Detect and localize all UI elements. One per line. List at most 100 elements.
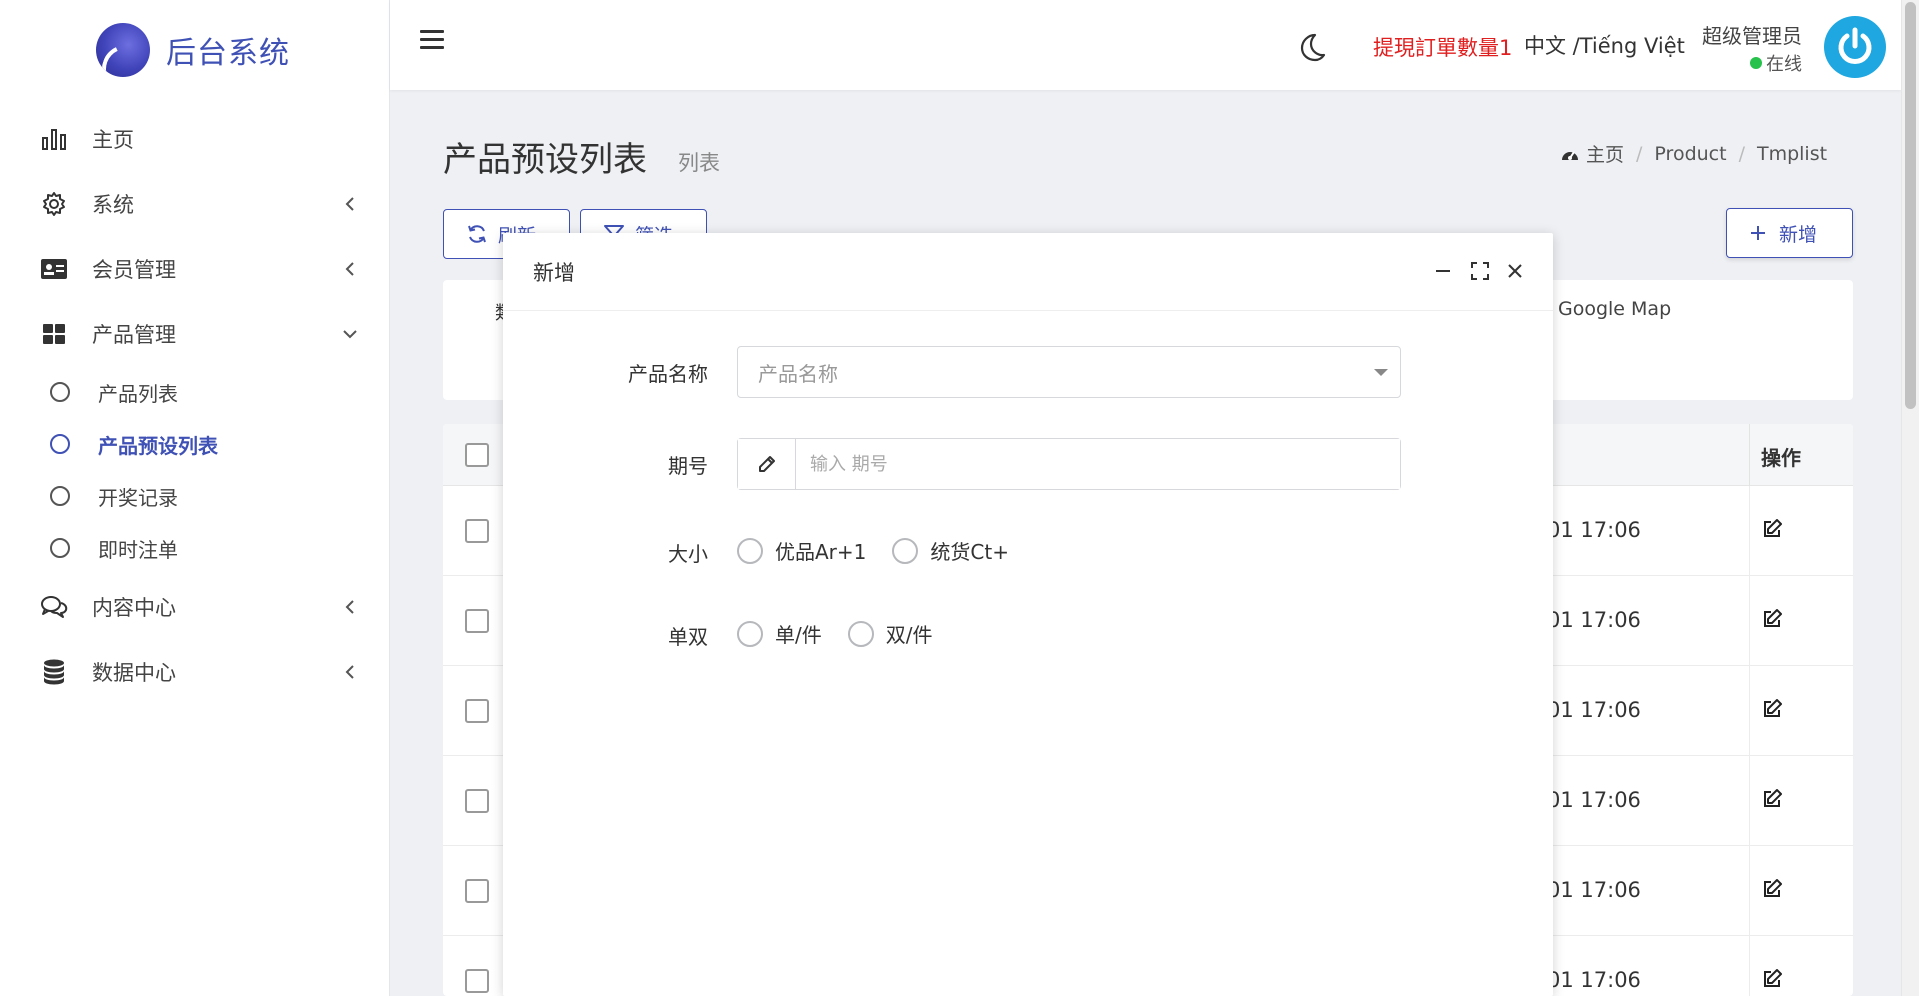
column-divider [1749, 486, 1750, 576]
chat-icon [40, 593, 68, 621]
sidebar-item-content-center[interactable]: 内容中心 [0, 574, 389, 639]
sidebar-item-products[interactable]: 产品管理 [0, 301, 389, 366]
product-name-placeholder: 产品名称 [758, 361, 838, 386]
dashboard-icon [1562, 150, 1578, 160]
breadcrumb-separator: / [1636, 142, 1643, 165]
user-status: 在线 [1750, 50, 1802, 76]
circle-icon [50, 486, 70, 506]
parity-option-double[interactable]: 双/件 [847, 619, 933, 648]
breadcrumb-separator: / [1738, 142, 1745, 165]
sidebar-item-members[interactable]: 会员管理 [0, 236, 389, 301]
size-radio-group: 优品Ar+1 统货Ct+ [737, 536, 1035, 565]
edit-icon[interactable] [1761, 788, 1785, 812]
sidebar-subitem-draw-records[interactable]: 开奖记录 [0, 470, 389, 522]
sidebar: 后台系统 主页 系统 会员管理 产品管理 产品列表 产品预设列表 开奖记录 即时… [0, 0, 390, 996]
chevron-left-icon [343, 261, 357, 276]
moon-icon[interactable] [1296, 32, 1328, 64]
avatar[interactable] [1824, 16, 1886, 78]
google-map-label: Google Map [1558, 298, 1672, 320]
sidebar-item-label: 数据中心 [92, 660, 176, 685]
sidebar-menu: 主页 系统 会员管理 产品管理 产品列表 产品预设列表 开奖记录 即时注单 内容… [0, 106, 389, 704]
edit-icon[interactable] [1761, 878, 1785, 902]
page-scrollbar[interactable] [1901, 0, 1919, 996]
sidebar-item-data-center[interactable]: 数据中心 [0, 639, 389, 704]
sidebar-subitem-label: 产品列表 [98, 381, 178, 406]
breadcrumb-product[interactable]: Product [1654, 143, 1726, 165]
row-checkbox[interactable] [465, 789, 489, 813]
size-option-premium[interactable]: 优品Ar+1 [737, 536, 866, 565]
withdraw-order-count[interactable]: 提現訂單數量1 [1373, 32, 1512, 62]
breadcrumb: 主页 / Product / Tmplist [1560, 140, 1827, 167]
period-input-group [737, 438, 1401, 490]
chevron-left-icon [343, 196, 357, 211]
radio-circle [892, 537, 919, 564]
sidebar-subitem-live-orders[interactable]: 即时注单 [0, 522, 389, 574]
circle-icon [50, 434, 70, 454]
parity-radio-group: 单/件 双/件 [737, 619, 959, 648]
refresh-icon [468, 225, 486, 243]
edit-icon[interactable] [1761, 518, 1785, 542]
sidebar-subitem-label: 即时注单 [98, 537, 178, 562]
edit-icon[interactable] [1761, 698, 1785, 722]
add-label: 新增 [1779, 223, 1818, 246]
caret-down-icon [1374, 369, 1388, 376]
edit-icon[interactable] [1761, 608, 1785, 632]
id-card-icon [40, 255, 68, 283]
parity-label: 单双 [668, 625, 708, 649]
row-checkbox[interactable] [465, 879, 489, 903]
chevron-left-icon [343, 599, 357, 614]
pencil-icon [738, 439, 796, 489]
row-time: 01 17:06 [1547, 698, 1641, 722]
size-label: 大小 [668, 542, 708, 566]
sidebar-item-label: 系统 [92, 192, 134, 217]
row-time: 01 17:06 [1547, 518, 1641, 542]
grid-icon [40, 320, 68, 348]
row-checkbox[interactable] [465, 699, 489, 723]
size-option-standard[interactable]: 统货Ct+ [892, 536, 1009, 565]
bar-chart-icon [40, 125, 68, 153]
menu-toggle-icon[interactable] [420, 30, 444, 50]
scrollbar-thumb[interactable] [1905, 2, 1916, 409]
column-divider [1749, 576, 1750, 666]
add-button[interactable]: 新增 [1726, 208, 1853, 258]
sidebar-subitem-product-list[interactable]: 产品列表 [0, 366, 389, 418]
add-modal: 新增 产品名称 产品名称 期号 大小 优品Ar+1 统货C [503, 233, 1553, 996]
edit-icon[interactable] [1761, 968, 1785, 992]
select-all-checkbox[interactable] [465, 443, 489, 467]
row-checkbox[interactable] [465, 519, 489, 543]
breadcrumb-home[interactable]: 主页 [1586, 140, 1624, 167]
language-switch[interactable]: 中文 /Tiếng Việt [1524, 30, 1685, 60]
app-title: 后台系统 [166, 36, 290, 71]
online-dot-icon [1750, 57, 1762, 69]
sidebar-item-label: 会员管理 [92, 257, 176, 282]
brand[interactable]: 后台系统 [0, 0, 389, 100]
radio-circle [737, 537, 763, 564]
column-divider [1749, 424, 1750, 486]
parity-option-single[interactable]: 单/件 [737, 619, 822, 648]
column-divider [1749, 756, 1750, 846]
column-divider [1749, 666, 1750, 756]
modal-header: 新增 [503, 233, 1553, 311]
sidebar-subitem-product-preset-list[interactable]: 产品预设列表 [0, 418, 389, 470]
product-name-select[interactable]: 产品名称 [737, 346, 1401, 398]
page-title: 产品预设列表 [443, 140, 647, 180]
page-subtitle: 列表 [678, 151, 720, 175]
row-checkbox[interactable] [465, 969, 489, 993]
minimize-icon[interactable] [1431, 259, 1455, 283]
circle-icon [50, 382, 70, 402]
sidebar-item-system[interactable]: 系统 [0, 171, 389, 236]
user-name[interactable]: 超级管理员 [1702, 20, 1802, 49]
close-icon[interactable] [1503, 259, 1527, 283]
radio-circle [847, 620, 874, 647]
period-input[interactable] [796, 439, 1400, 489]
sidebar-item-home[interactable]: 主页 [0, 106, 389, 171]
database-icon [40, 658, 68, 686]
maximize-icon[interactable] [1468, 259, 1492, 283]
radio-label: 统货Ct+ [930, 540, 1009, 564]
column-divider [1749, 936, 1750, 996]
operations-header: 操作 [1761, 446, 1801, 470]
column-divider [1749, 846, 1750, 936]
row-checkbox[interactable] [465, 609, 489, 633]
sidebar-subitem-label: 产品预设列表 [98, 433, 218, 458]
period-label: 期号 [668, 454, 708, 478]
